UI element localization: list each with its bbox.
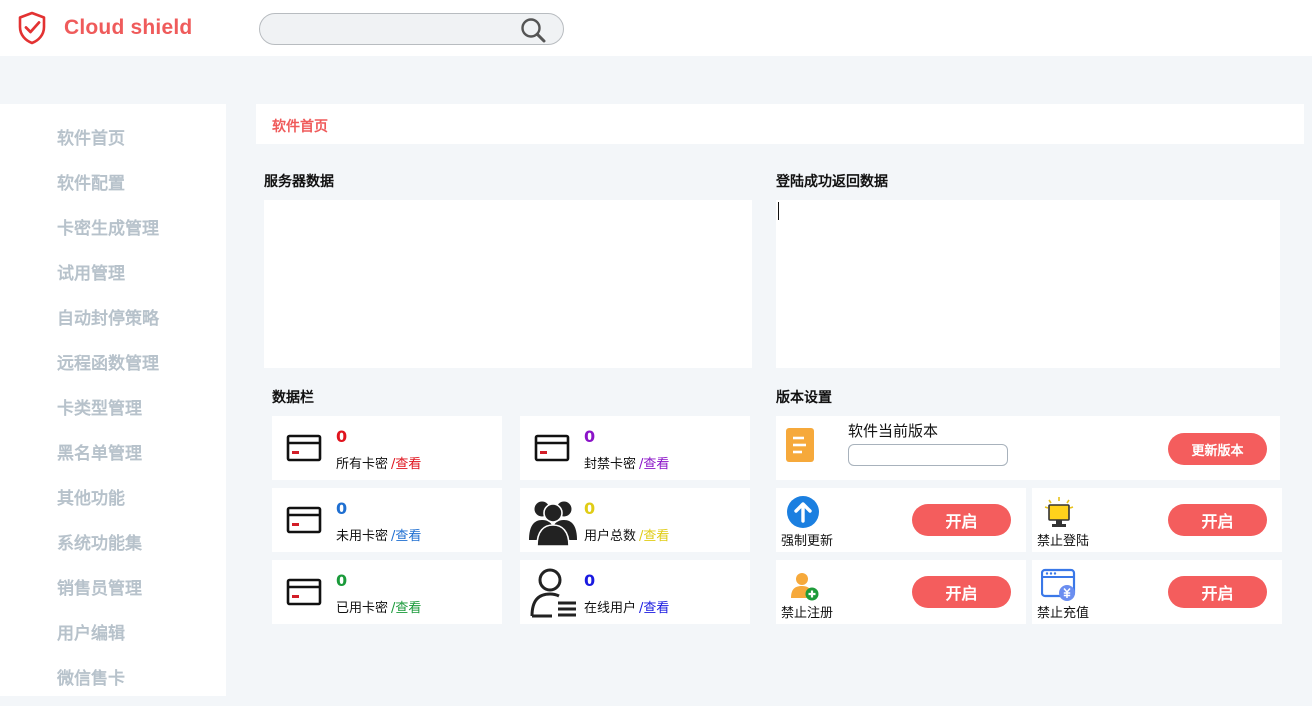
stat-value: 0 xyxy=(584,427,596,446)
stat-label-text: 未用卡密 xyxy=(336,529,389,544)
shield-check-icon xyxy=(18,11,46,45)
update-version-button[interactable]: 更新版本 xyxy=(1168,433,1267,465)
disable-login-enable-button[interactable]: 开启 xyxy=(1168,504,1267,536)
search-box xyxy=(259,13,564,45)
monitor-icon xyxy=(1044,497,1074,527)
document-icon xyxy=(786,428,814,462)
sidebar-item-system-functions[interactable]: 系统功能集 xyxy=(57,529,142,554)
stat-value: 0 xyxy=(336,499,348,518)
view-link[interactable]: /查看 xyxy=(391,529,421,544)
sidebar: 软件首页 软件配置 卡密生成管理 试用管理 自动封停策略 远程函数管理 卡类型管… xyxy=(0,104,226,696)
server-data-title: 服务器数据 xyxy=(264,174,334,190)
search-input[interactable] xyxy=(274,19,514,39)
stat-card-unused-cards: 0 未用卡密/查看 xyxy=(272,488,502,552)
payment-window-icon xyxy=(1041,568,1076,601)
sidebar-item-trial[interactable]: 试用管理 xyxy=(57,259,125,284)
text-cursor xyxy=(778,202,779,220)
sidebar-item-remote-function[interactable]: 远程函数管理 xyxy=(57,349,159,374)
stat-label: 在线用户/查看 xyxy=(584,597,669,616)
toggle-label: 强制更新 xyxy=(781,534,834,549)
toggle-card-force-update: 强制更新 开启 xyxy=(776,488,1026,552)
stat-card-banned-cards: 0 封禁卡密/查看 xyxy=(520,416,750,480)
card-icon xyxy=(286,578,322,606)
sidebar-item-other[interactable]: 其他功能 xyxy=(57,484,125,509)
stat-label-text: 在线用户 xyxy=(584,601,637,616)
toggle-card-disable-login: 禁止登陆 开启 xyxy=(1032,488,1282,552)
sidebar-item-home[interactable]: 软件首页 xyxy=(57,124,125,149)
stat-label-text: 封禁卡密 xyxy=(584,457,637,472)
sidebar-item-auto-ban[interactable]: 自动封停策略 xyxy=(57,304,159,329)
toggle-label: 禁止登陆 xyxy=(1037,534,1090,549)
sidebar-item-sales[interactable]: 销售员管理 xyxy=(57,574,142,599)
breadcrumb-current[interactable]: 软件首页 xyxy=(272,116,328,136)
sidebar-item-config[interactable]: 软件配置 xyxy=(57,169,125,194)
stat-card-online-users: 0 在线用户/查看 xyxy=(520,560,750,624)
top-header: Cloud shield xyxy=(0,0,1312,56)
card-icon xyxy=(286,434,322,462)
logo-text[interactable]: Cloud shield xyxy=(64,16,192,40)
stat-value: 0 xyxy=(336,427,348,446)
stat-label: 用户总数/查看 xyxy=(584,525,669,544)
toggle-card-disable-recharge: 禁止充值 开启 xyxy=(1032,560,1282,624)
stat-card-all-cards: 0 所有卡密/查看 xyxy=(272,416,502,480)
card-icon xyxy=(286,506,322,534)
view-link[interactable]: /查看 xyxy=(639,601,669,616)
add-user-icon xyxy=(791,573,819,601)
stat-label-text: 已用卡密 xyxy=(336,601,389,616)
toggle-card-disable-register: 禁止注册 开启 xyxy=(776,560,1026,624)
force-update-enable-button[interactable]: 开启 xyxy=(912,504,1011,536)
stat-card-total-users: 0 用户总数/查看 xyxy=(520,488,750,552)
stat-value: 0 xyxy=(584,571,596,590)
server-data-panel[interactable] xyxy=(264,200,752,368)
toggle-label: 禁止注册 xyxy=(781,606,834,621)
stat-value: 0 xyxy=(584,499,596,518)
online-user-icon xyxy=(530,568,576,618)
upload-arrow-icon xyxy=(787,496,819,528)
view-link[interactable]: /查看 xyxy=(391,601,421,616)
sidebar-item-card-type[interactable]: 卡类型管理 xyxy=(57,394,142,419)
disable-register-enable-button[interactable]: 开启 xyxy=(912,576,1011,608)
disable-recharge-enable-button[interactable]: 开启 xyxy=(1168,576,1267,608)
current-version-label: 软件当前版本 xyxy=(848,422,939,440)
search-icon[interactable] xyxy=(519,16,547,44)
stat-label-text: 所有卡密 xyxy=(336,457,389,472)
version-settings-title: 版本设置 xyxy=(776,390,832,406)
stat-label: 未用卡密/查看 xyxy=(336,525,421,544)
sidebar-item-wechat[interactable]: 微信售卡 xyxy=(57,664,125,689)
breadcrumb: 软件首页 xyxy=(256,104,1304,144)
stat-label: 封禁卡密/查看 xyxy=(584,453,669,472)
sidebar-item-blacklist[interactable]: 黑名单管理 xyxy=(57,439,142,464)
login-data-title: 登陆成功返回数据 xyxy=(776,174,888,190)
view-link[interactable]: /查看 xyxy=(391,457,421,472)
view-link[interactable]: /查看 xyxy=(639,457,669,472)
stat-label: 已用卡密/查看 xyxy=(336,597,421,616)
stat-card-used-cards: 0 已用卡密/查看 xyxy=(272,560,502,624)
stat-label-text: 用户总数 xyxy=(584,529,637,544)
current-version-input[interactable] xyxy=(848,444,1008,466)
stat-label: 所有卡密/查看 xyxy=(336,453,421,472)
card-icon xyxy=(534,434,570,462)
view-link[interactable]: /查看 xyxy=(639,529,669,544)
version-card: 软件当前版本 更新版本 xyxy=(776,416,1280,480)
toggle-label: 禁止充值 xyxy=(1037,606,1090,621)
users-icon xyxy=(529,501,577,546)
sidebar-item-user-edit[interactable]: 用户编辑 xyxy=(57,619,125,644)
stat-value: 0 xyxy=(336,571,348,590)
data-bar-title: 数据栏 xyxy=(272,390,314,406)
login-data-panel[interactable] xyxy=(776,200,1280,368)
sidebar-item-card-generation[interactable]: 卡密生成管理 xyxy=(57,214,159,239)
